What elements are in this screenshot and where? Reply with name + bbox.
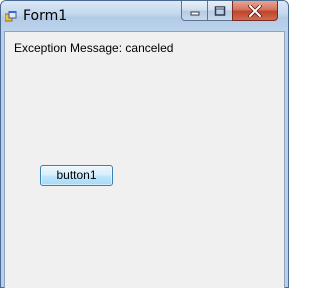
window-title: Form1 <box>23 8 68 24</box>
caption-buttons <box>181 1 286 21</box>
maximize-icon <box>214 5 226 16</box>
minimize-button[interactable] <box>181 1 208 21</box>
form-client-area: Exception Message: canceled button1 <box>4 31 285 288</box>
close-button[interactable] <box>232 1 278 21</box>
title-bar[interactable]: Form1 <box>1 1 288 31</box>
form1-window: Form1 Exception Message: canceled button… <box>0 0 289 288</box>
exception-message-label: Exception Message: canceled <box>14 41 174 55</box>
button1[interactable]: button1 <box>40 165 113 186</box>
close-icon <box>248 4 262 17</box>
maximize-button[interactable] <box>207 1 233 21</box>
app-icon[interactable] <box>4 10 17 22</box>
minimize-icon <box>190 11 199 15</box>
